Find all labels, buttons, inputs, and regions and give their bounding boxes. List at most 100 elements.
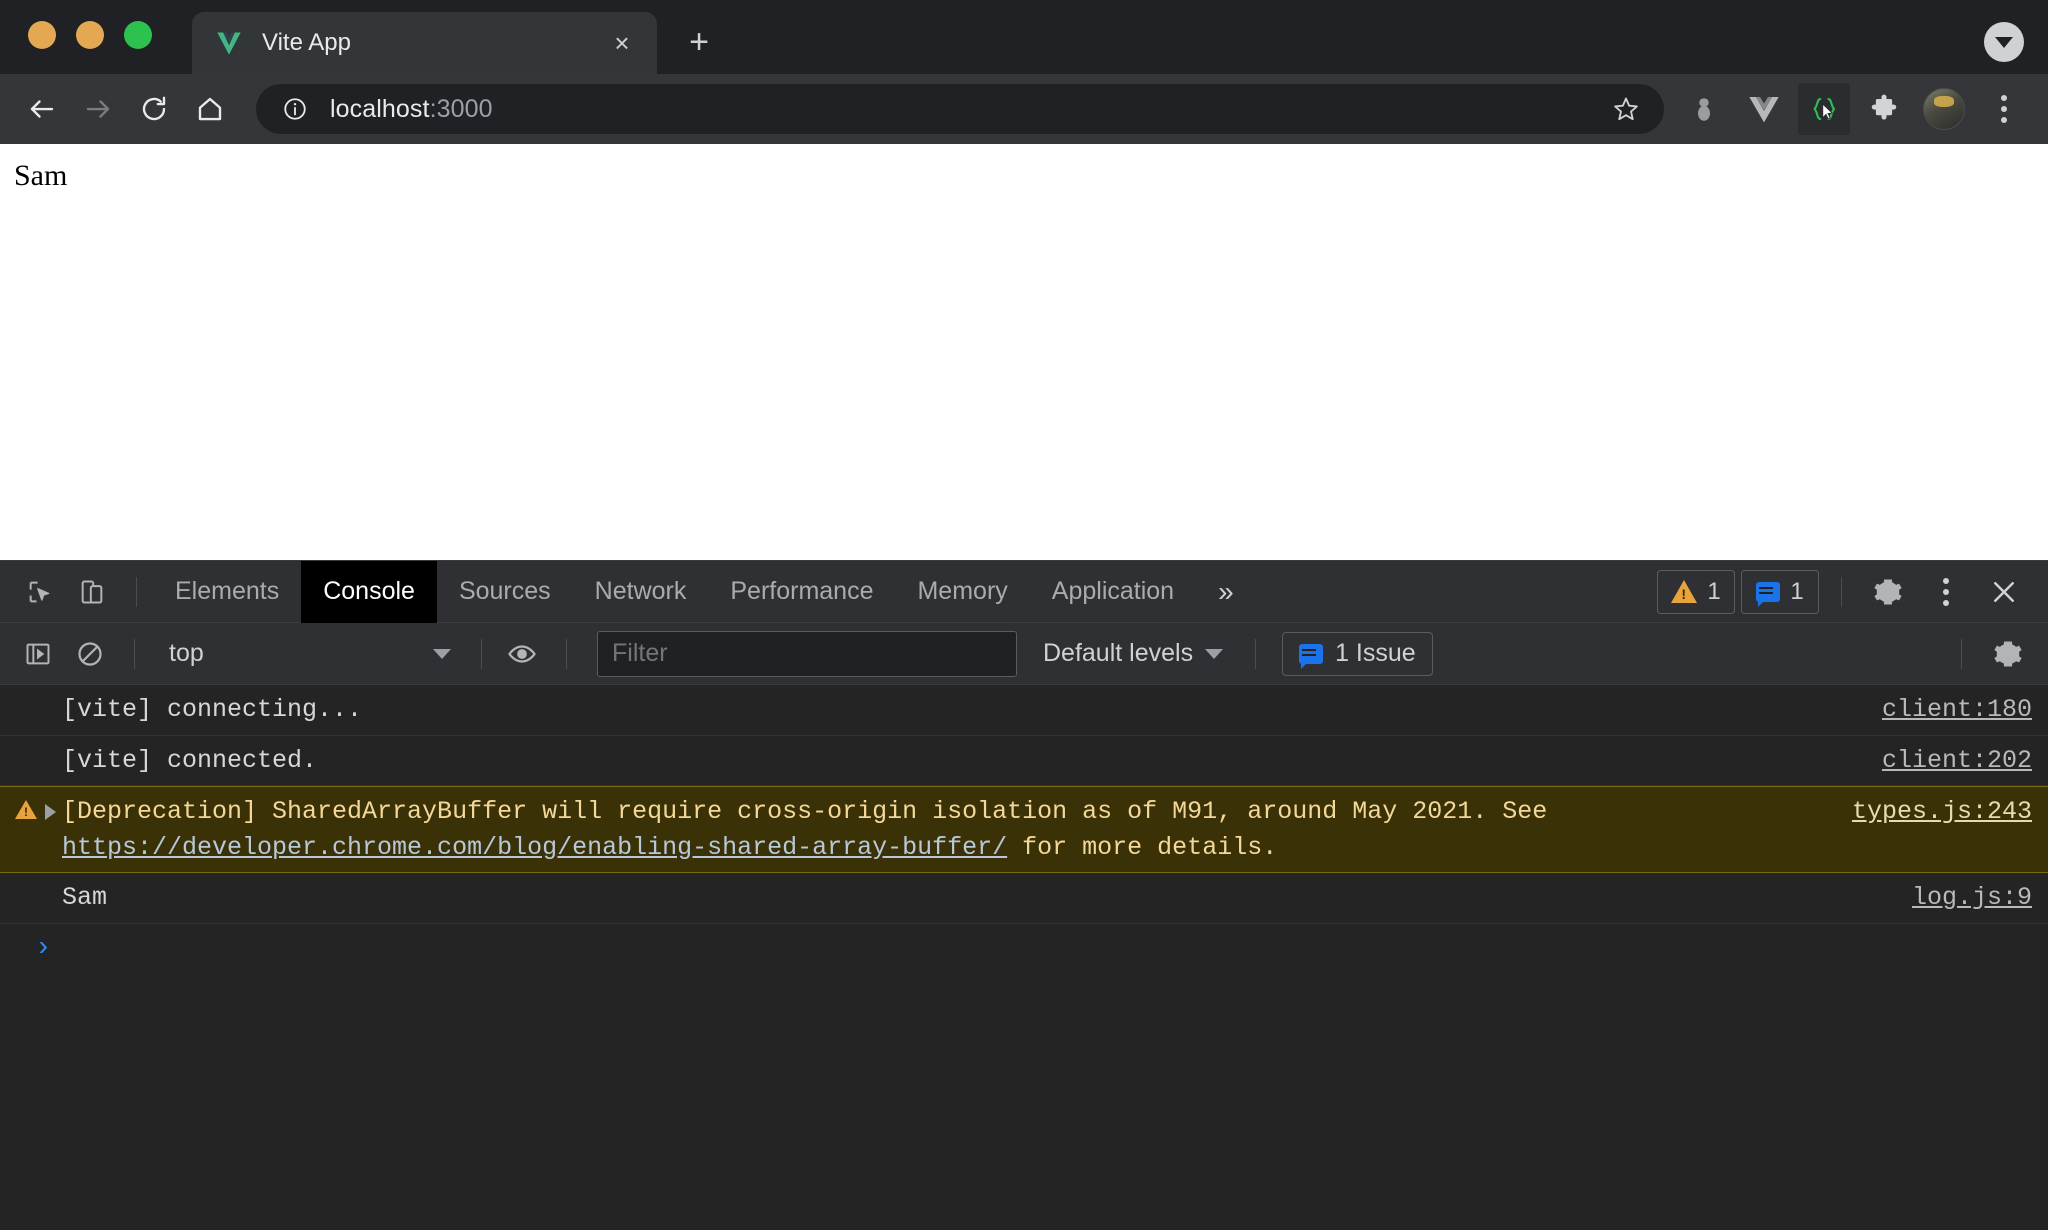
log-levels-selector[interactable]: Default levels xyxy=(1027,632,1239,676)
tab-application[interactable]: Application xyxy=(1030,561,1196,623)
warning-count-label: 1 xyxy=(1707,577,1721,605)
star-icon[interactable] xyxy=(1606,89,1646,129)
message-count-label: 1 xyxy=(1790,577,1804,605)
chevron-down-icon xyxy=(433,648,451,659)
bug-extension-icon[interactable] xyxy=(1678,83,1730,135)
divider xyxy=(136,576,137,607)
console-prompt[interactable]: › xyxy=(0,924,2048,968)
divider xyxy=(1841,576,1842,607)
warning-triangle-icon xyxy=(1671,580,1698,603)
reload-icon[interactable] xyxy=(126,81,182,137)
back-arrow-icon[interactable] xyxy=(14,81,70,137)
console-message-list: [vite] connecting... client:180 [vite] c… xyxy=(0,685,2048,1230)
message-gutter xyxy=(0,880,62,882)
address-bar-url: localhost:3000 xyxy=(330,95,1606,124)
expand-arrow-icon[interactable] xyxy=(45,804,56,820)
tab-memory[interactable]: Memory xyxy=(895,561,1029,623)
vite-logo-icon xyxy=(214,28,244,58)
warning-triangle-icon xyxy=(15,800,37,819)
divider xyxy=(566,638,567,669)
message-gutter xyxy=(0,794,62,820)
tab-performance[interactable]: Performance xyxy=(708,561,895,623)
log-levels-label: Default levels xyxy=(1043,639,1194,667)
profile-avatar[interactable] xyxy=(1918,83,1970,135)
clear-console-icon[interactable] xyxy=(66,630,114,678)
chevron-down-icon xyxy=(1205,648,1224,659)
console-message-source-link[interactable]: log.js:9 xyxy=(1912,880,2032,916)
warning-count-badge[interactable]: 1 xyxy=(1657,569,1735,614)
tab-console[interactable]: Console xyxy=(301,560,437,623)
console-toolbar-right xyxy=(1945,630,2036,678)
tab-network[interactable]: Network xyxy=(573,561,709,623)
vue-devtools-icon[interactable] xyxy=(1738,83,1790,135)
console-message-text: [vite] connecting... xyxy=(62,695,363,724)
more-tabs-icon[interactable]: » xyxy=(1196,576,1256,608)
console-settings-gear-icon[interactable] xyxy=(1984,630,2032,678)
minimize-window-button[interactable] xyxy=(76,21,104,49)
url-port: :3000 xyxy=(429,94,493,123)
close-tab-button[interactable]: × xyxy=(605,26,639,60)
message-bubble-icon xyxy=(1299,643,1324,669)
warning-text-before: [Deprecation] SharedArrayBuffer will req… xyxy=(62,797,1548,826)
message-gutter xyxy=(0,692,62,694)
console-message-source-link[interactable]: client:180 xyxy=(1882,692,2032,728)
console-message-row[interactable]: [vite] connecting... client:180 xyxy=(0,685,2048,736)
prompt-chevron-icon: › xyxy=(38,929,48,961)
divider xyxy=(481,638,482,669)
divider xyxy=(1961,638,1962,669)
issues-button[interactable]: 1 Issue xyxy=(1282,631,1433,676)
tab-sources[interactable]: Sources xyxy=(437,561,573,623)
divider xyxy=(1255,638,1257,669)
page-body-text: Sam xyxy=(14,159,68,192)
console-toolbar: top Default levels 1 Issue xyxy=(0,623,2048,685)
json-cursor-icon[interactable] xyxy=(1798,83,1850,135)
zoom-window-button[interactable] xyxy=(124,21,152,49)
message-bubble-icon xyxy=(1756,581,1781,607)
issues-label: 1 Issue xyxy=(1335,639,1416,667)
new-tab-button[interactable]: + xyxy=(675,18,723,66)
url-host: localhost xyxy=(330,94,430,123)
puzzle-extensions-icon[interactable] xyxy=(1858,83,1910,135)
extension-icons xyxy=(1678,83,2030,135)
close-window-button[interactable] xyxy=(28,21,56,49)
window-traffic-lights xyxy=(28,0,152,74)
browser-window: Vite App × + localhost:3000 Sam Elements… xyxy=(0,0,2048,1230)
device-toolbar-icon[interactable] xyxy=(68,568,116,616)
message-count-badge[interactable]: 1 xyxy=(1741,569,1819,614)
gear-icon[interactable] xyxy=(1864,568,1912,616)
console-context-label: top xyxy=(169,639,204,667)
warning-text-after: for more details. xyxy=(1007,832,1278,862)
browser-toolbar: localhost:3000 xyxy=(0,74,2048,144)
home-icon[interactable] xyxy=(182,81,238,137)
tab-title: Vite App xyxy=(262,29,351,56)
console-message-text: [vite] connected. xyxy=(62,745,318,775)
console-message-source-link[interactable]: client:202 xyxy=(1882,743,2032,779)
tab-search-icon[interactable] xyxy=(1984,22,2024,62)
console-context-selector[interactable]: top xyxy=(155,632,465,676)
info-icon[interactable] xyxy=(280,94,310,124)
console-message-row[interactable]: [vite] connected. client:202 xyxy=(0,736,2048,786)
console-message-row[interactable]: Sam log.js:9 xyxy=(0,873,2048,924)
console-warning-row[interactable]: [Deprecation] SharedArrayBuffer will req… xyxy=(0,786,2048,873)
console-message-source-link[interactable]: types.js:243 xyxy=(1852,794,2032,830)
console-sidebar-icon[interactable] xyxy=(14,630,62,678)
inspect-element-icon[interactable] xyxy=(16,568,64,616)
kebab-menu-icon[interactable] xyxy=(1978,83,2030,135)
devtools-tab-bar: Elements Console Sources Network Perform… xyxy=(0,560,2048,623)
tab-elements[interactable]: Elements xyxy=(153,561,301,623)
close-icon[interactable] xyxy=(1980,568,2028,616)
console-message-text: Sam xyxy=(62,883,108,912)
forward-arrow-icon[interactable] xyxy=(70,81,126,137)
devtools-status-actions: 1 1 xyxy=(1657,568,2048,616)
warning-link[interactable]: https://developer.chrome.com/blog/enabli… xyxy=(62,833,1007,862)
browser-tab-vite-app[interactable]: Vite App × xyxy=(192,12,657,74)
console-filter-input[interactable] xyxy=(597,630,1017,677)
divider xyxy=(134,638,135,669)
tab-strip: Vite App × + xyxy=(0,0,2048,74)
message-gutter xyxy=(0,743,62,745)
devtools-panel: Elements Console Sources Network Perform… xyxy=(0,560,2048,1230)
console-warning-text: [Deprecation] SharedArrayBuffer will req… xyxy=(62,794,1852,865)
devtools-more-icon[interactable] xyxy=(1922,568,1970,616)
address-bar[interactable]: localhost:3000 xyxy=(256,84,1664,134)
live-expression-eye-icon[interactable] xyxy=(498,630,546,678)
